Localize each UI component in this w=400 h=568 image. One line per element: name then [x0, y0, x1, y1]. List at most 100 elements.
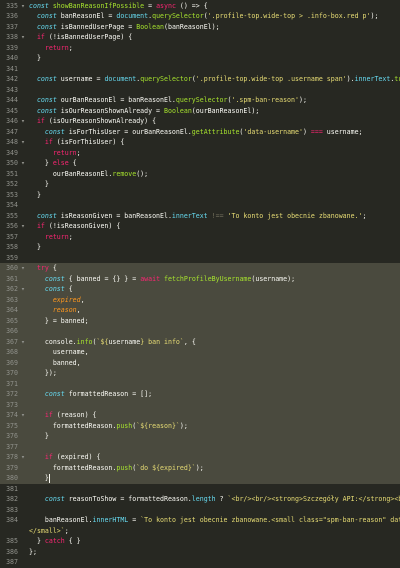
fold-arrow-icon[interactable]: ▾: [20, 452, 26, 463]
code-line[interactable]: 349 return;: [0, 148, 400, 159]
code-line[interactable]: 346 ▾ if (isOurReasonShownAlready) {: [0, 116, 400, 127]
code-line[interactable]: 343: [0, 85, 400, 96]
code-token: = formattedReason.: [116, 495, 192, 503]
code-line[interactable]: 372 const formattedReason = [];: [0, 389, 400, 400]
code-line[interactable]: 351 ourBanReasonEl.remove();: [0, 169, 400, 180]
code-line[interactable]: 384 banReasonEl.innerHTML = `To konto je…: [0, 515, 400, 526]
code-line[interactable]: 356 ▾ if (!isReasonGiven) {: [0, 221, 400, 232]
code-token: formattedReason: [68, 390, 129, 398]
code-line[interactable]: 355 const isReasonGiven = banReasonEl.in…: [0, 211, 400, 222]
code-token: {: [48, 264, 57, 272]
code-line[interactable]: 378 ▾ if (expired) {: [0, 452, 400, 463]
code-token: if: [29, 411, 53, 419]
code-line[interactable]: 337 const isBannedUserPage = Boolean(ban…: [0, 22, 400, 33]
code-line[interactable]: 379 formattedReason.push(`do ${expired}`…: [0, 462, 400, 473]
code-line[interactable]: 359: [0, 253, 400, 264]
code-line[interactable]: 358 }: [0, 242, 400, 253]
code-line[interactable]: 352 }: [0, 179, 400, 190]
code-line[interactable]: 354: [0, 200, 400, 211]
fold-arrow-icon[interactable]: ▾: [20, 137, 26, 148]
code-line[interactable]: 371: [0, 378, 400, 389]
code-line[interactable]: 353 }: [0, 190, 400, 201]
code-editor[interactable]: 335 ▾ const showBanReasonIfPossible = asyn…: [0, 0, 400, 566]
code-token: `<br/><br/><strong>Szczegóły API:</stron…: [227, 495, 400, 503]
code-line[interactable]: 360 ▾ try {: [0, 263, 400, 274]
code-line[interactable]: 344 const ourBanReasonEl = banReasonEl.q…: [0, 95, 400, 106]
code-text: if (reason) {: [29, 410, 97, 421]
code-line[interactable]: 370 });: [0, 368, 400, 379]
code-token: isForThisUser: [68, 127, 121, 136]
code-token: banned: [76, 274, 101, 283]
code-token: '.profile-top.wide-top .username span': [195, 75, 347, 83]
line-number: 385: [6, 537, 18, 545]
code-token: !==: [211, 211, 224, 220]
line-number: 343: [6, 85, 18, 94]
code-token: const: [29, 127, 69, 136]
fold-arrow-icon[interactable]: ▾: [20, 1, 26, 12]
fold-arrow-icon[interactable]: ▾: [20, 32, 26, 43]
code-line[interactable]: 350 ▾ } else {: [0, 158, 400, 169]
code-line[interactable]: 348 ▾ if (isForThisUser) {: [0, 137, 400, 148]
fold-arrow-icon[interactable]: ▾: [20, 221, 26, 232]
code-text: }: [29, 473, 50, 484]
fold-arrow-icon[interactable]: ▾: [20, 158, 26, 169]
code-line[interactable]: 335 ▾ const showBanReasonIfPossible = asyn…: [0, 1, 400, 12]
code-token: formattedReason.: [29, 421, 117, 430]
code-line[interactable]: 376 }: [0, 431, 400, 442]
code-token: push: [116, 463, 133, 472]
line-number: 342: [6, 75, 18, 83]
code-line[interactable]: 382 const reasonToShow = formattedReason…: [0, 494, 400, 505]
code-text: }: [29, 242, 41, 253]
code-token: const: [29, 75, 61, 83]
code-text: const reasonToShow = formattedReason.len…: [29, 494, 400, 505]
code-line[interactable]: 386};: [0, 547, 400, 558]
code-line[interactable]: 339 return;: [0, 43, 400, 54]
code-text: return;: [29, 148, 81, 159]
code-line[interactable]: 385 } catch { }: [0, 536, 400, 547]
code-line[interactable]: 336 const banReasonEl = document.querySe…: [0, 11, 400, 22]
code-line[interactable]: 380 }: [0, 473, 400, 484]
code-text: return;: [29, 232, 73, 243]
code-line[interactable]: </small>`;: [0, 526, 400, 537]
code-line[interactable]: 361 const { banned = {} } = await fetchP…: [0, 273, 400, 284]
code-text: }: [29, 431, 49, 442]
code-line[interactable]: 383: [0, 505, 400, 516]
code-line[interactable]: 340 }: [0, 53, 400, 64]
code-line[interactable]: 357 return;: [0, 232, 400, 243]
line-number: 359: [6, 253, 18, 262]
code-line[interactable]: 347 const isForThisUser = ourBanReasonEl…: [0, 127, 400, 138]
line-number: 367: [6, 337, 18, 346]
code-token: (username);: [251, 274, 296, 283]
code-line[interactable]: 369 banned,: [0, 357, 400, 368]
code-token: isOurReasonShownAlready: [60, 106, 153, 115]
code-line[interactable]: 387: [0, 557, 400, 568]
code-line[interactable]: 341: [0, 64, 400, 75]
code-line[interactable]: 374 ▾ if (reason) {: [0, 410, 400, 421]
code-line[interactable]: 377: [0, 441, 400, 452]
fold-arrow-icon[interactable]: ▾: [20, 410, 26, 421]
code-line[interactable]: 363 expired,: [0, 294, 400, 305]
code-line[interactable]: 365 } = banned;: [0, 315, 400, 326]
fold-arrow-icon[interactable]: ▾: [20, 263, 26, 274]
code-line[interactable]: 367 ▾ console.info(`${username} ban info`…: [0, 336, 400, 348]
code-line[interactable]: 381: [0, 484, 400, 495]
code-line[interactable]: 366: [0, 326, 400, 337]
code-line[interactable]: 342 const username = document.querySelec…: [0, 74, 400, 85]
code-line[interactable]: 364 reason,: [0, 305, 400, 316]
code-line[interactable]: 368 username,: [0, 347, 400, 358]
code-line[interactable]: 362 ▾ const {: [0, 284, 400, 295]
code-line[interactable]: 345 const isOurReasonShownAlready = Bool…: [0, 106, 400, 117]
line-number: 372: [6, 390, 18, 398]
fold-arrow-icon[interactable]: ▾: [20, 116, 26, 127]
fold-arrow-icon[interactable]: ▾: [20, 337, 26, 348]
code-line[interactable]: 373: [0, 399, 400, 410]
code-token: if: [29, 138, 53, 146]
code-token: = ourBanReasonEl.: [120, 127, 192, 136]
fold-arrow-icon[interactable]: ▾: [20, 284, 26, 295]
code-line[interactable]: 375 formattedReason.push(`${reason}`);: [0, 420, 400, 431]
line-number: 362: [6, 285, 18, 293]
code-token: =: [144, 1, 157, 10]
line-number: 358: [6, 243, 18, 251]
code-text: reason,: [29, 305, 81, 316]
code-line[interactable]: 338 ▾ if (!isBannedUserPage) {: [0, 32, 400, 43]
